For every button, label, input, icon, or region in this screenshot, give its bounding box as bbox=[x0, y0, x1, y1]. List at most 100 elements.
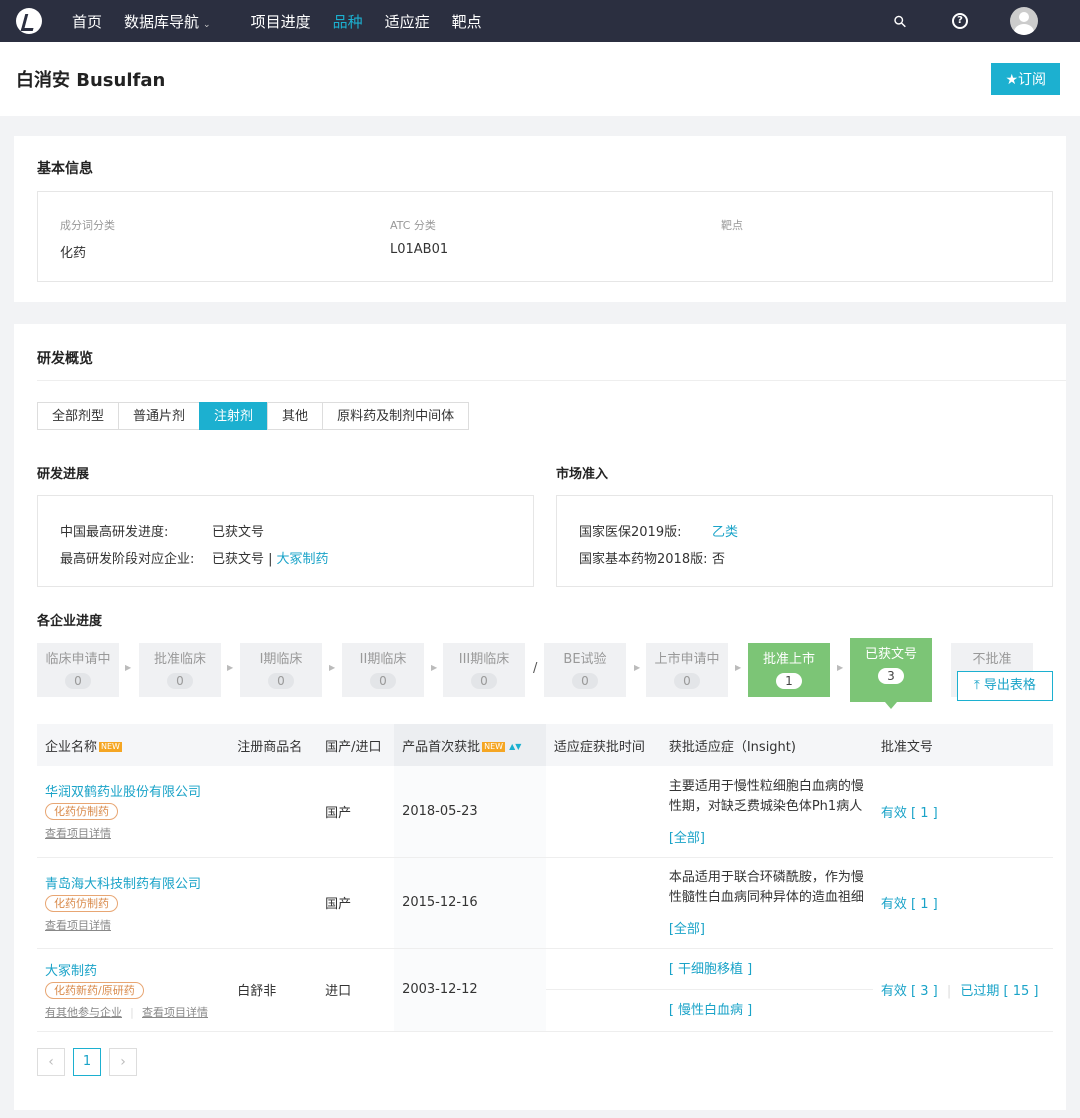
tab-tablet[interactable]: 普通片剂 bbox=[118, 402, 201, 430]
project-detail-link[interactable]: 查看项目详情 bbox=[45, 825, 111, 841]
field-atc-label: ATC 分类 bbox=[390, 219, 436, 232]
overview-title: 研发概览 bbox=[37, 351, 93, 367]
tab-all[interactable]: 全部剂型 bbox=[37, 402, 120, 430]
stage-separator: / bbox=[533, 661, 538, 676]
valid-approval-link[interactable]: 有效 [ 3 ] bbox=[881, 984, 938, 999]
approval-count: [ 3 ] bbox=[911, 984, 938, 999]
step-phase2[interactable]: II期临床 0 bbox=[342, 643, 424, 697]
subscribe-button[interactable]: ★订阅 bbox=[991, 63, 1060, 95]
indication-cell: 主要适用于慢性粒细胞白血病的慢性期，对缺乏费城染色体Ph1病人效果不佳。也可用于… bbox=[660, 766, 873, 858]
header-brand: 注册商品名 bbox=[229, 724, 318, 766]
header-indication: 获批适应症（Insight) bbox=[660, 724, 873, 766]
drug-type-tag: 化药新药/原研药 bbox=[45, 981, 144, 999]
step-label: I期临床 bbox=[259, 652, 303, 667]
expired-approval-link[interactable]: 已过期 [ 15 ] bbox=[960, 984, 1038, 999]
sort-icon[interactable]: ▲▼ bbox=[509, 743, 521, 751]
next-page-button[interactable]: › bbox=[109, 1048, 137, 1076]
stage-steps: 临床申请中 0 ▶ 批准临床 0 ▶ I期临床 0 ▶ II期临床 0 ▶ III期临床… bbox=[37, 638, 1053, 709]
step-label: III期临床 bbox=[458, 652, 510, 667]
arrow-right-icon: ▶ bbox=[329, 663, 336, 672]
export-table-button[interactable]: ⤒ 导出表格 bbox=[957, 671, 1053, 701]
field-atc: ATC 分类 L01AB01 bbox=[390, 217, 448, 257]
valid-approval-link[interactable]: 有效 [ 1 ] bbox=[881, 806, 938, 821]
drug-type-tag: 化药仿制药 bbox=[45, 803, 118, 821]
indication-time-cell bbox=[545, 857, 661, 949]
indication-time-split bbox=[545, 949, 661, 990]
step-count: 3 bbox=[878, 668, 904, 684]
title-bar: 白消安 Busulfan ★订阅 bbox=[0, 42, 1080, 116]
market-row: 国家医保2019版: 乙类 bbox=[579, 521, 738, 540]
field-category-value: 化药 bbox=[60, 246, 87, 261]
approval-status: 有效 bbox=[880, 805, 907, 821]
chevron-down-icon: ⌄ bbox=[203, 19, 211, 30]
nav-target[interactable]: 靶点 bbox=[452, 11, 482, 32]
new-badge: NEW bbox=[482, 741, 506, 752]
approval-count: [ 15 ] bbox=[1003, 984, 1039, 999]
header-first-approval[interactable]: 产品首次获批 NEW ▲▼ bbox=[394, 724, 546, 766]
indication-tag-link[interactable]: [ 慢性白血病 ] bbox=[661, 990, 873, 1031]
step-clinical-apply[interactable]: 临床申请中 0 bbox=[37, 643, 119, 697]
approval-count: [ 1 ] bbox=[911, 805, 938, 821]
origin-cell: 国产 bbox=[317, 857, 395, 949]
tab-other[interactable]: 其他 bbox=[267, 402, 324, 430]
show-all-link[interactable]: [全部] bbox=[669, 827, 865, 846]
nav-database-label: 数据库导航 bbox=[124, 12, 200, 31]
step-market-apply[interactable]: 上市申请中 0 bbox=[646, 643, 728, 697]
overview-card: 研发概览 全部剂型 普通片剂 注射剂 其他 原料药及制剂中间体 研发进展 中国最… bbox=[14, 324, 1066, 1110]
step-approval-number[interactable]: 已获文号 3 bbox=[850, 638, 932, 709]
brand-cell: 白舒非 bbox=[229, 948, 318, 1032]
valid-approval-link[interactable]: 有效 [ 1 ] bbox=[881, 897, 938, 912]
search-icon[interactable]: ⚲ bbox=[886, 7, 914, 35]
brand-cell bbox=[229, 766, 318, 858]
other-companies-link[interactable]: 有其他参与企业 bbox=[45, 1004, 122, 1020]
step-phase3[interactable]: III期临床 0 bbox=[443, 643, 525, 697]
logo-icon[interactable] bbox=[16, 8, 42, 34]
show-all-link[interactable]: [全部] bbox=[669, 918, 865, 937]
first-approval-cell: 2015-12-16 bbox=[394, 857, 546, 949]
progress-box: 中国最高研发进度: 已获文号 最高研发阶段对应企业: 已获文号 | 大冢制药 bbox=[37, 495, 534, 587]
step-market-approved[interactable]: 批准上市 1 bbox=[748, 643, 830, 697]
nav-home[interactable]: 首页 bbox=[72, 11, 102, 32]
approval-status: 已过期 bbox=[960, 984, 1000, 999]
step-count: 0 bbox=[65, 673, 91, 689]
drug-type-tag: 化药仿制药 bbox=[45, 894, 118, 912]
arrow-right-icon: ▶ bbox=[837, 663, 844, 672]
new-badge: NEW bbox=[99, 741, 122, 752]
nav-variety[interactable]: 品种 bbox=[333, 11, 363, 32]
nav-database[interactable]: 数据库导航 ⌄ bbox=[124, 11, 211, 32]
company-name-link[interactable]: 华润双鹤药业股份有限公司 bbox=[45, 781, 221, 800]
arrow-right-icon: ▶ bbox=[431, 663, 438, 672]
brand-cell bbox=[229, 857, 318, 949]
tab-injection[interactable]: 注射剂 bbox=[199, 402, 269, 430]
step-clinical-approved[interactable]: 批准临床 0 bbox=[139, 643, 221, 697]
link-divider: | bbox=[946, 984, 952, 999]
nav-indication[interactable]: 适应症 bbox=[385, 11, 430, 32]
project-detail-link[interactable]: 查看项目详情 bbox=[142, 1004, 208, 1020]
market-row: 国家基本药物2018版: 否 bbox=[579, 548, 725, 567]
indication-cell: [ 干细胞移植 ] [ 慢性白血病 ] bbox=[660, 948, 873, 1032]
company-cell: 华润双鹤药业股份有限公司 化药仿制药 查看项目详情 bbox=[37, 766, 230, 858]
insurance-link[interactable]: 乙类 bbox=[712, 521, 738, 540]
market-title: 市场准入 bbox=[556, 467, 609, 482]
company-name-link[interactable]: 青岛海大科技制药有限公司 bbox=[45, 873, 221, 892]
field-category-label: 成分词分类 bbox=[60, 219, 115, 232]
project-detail-link[interactable]: 查看项目详情 bbox=[45, 917, 111, 933]
step-count: 0 bbox=[471, 673, 497, 689]
step-count: 0 bbox=[674, 673, 700, 689]
company-link[interactable]: 大冢制药 bbox=[277, 548, 329, 567]
step-phase1[interactable]: I期临床 0 bbox=[240, 643, 322, 697]
prev-page-button[interactable]: ‹ bbox=[37, 1048, 65, 1076]
first-approval-cell: 2018-05-23 bbox=[394, 766, 546, 858]
step-label: 批准上市 bbox=[762, 652, 815, 667]
tab-api[interactable]: 原料药及制剂中间体 bbox=[322, 402, 470, 430]
header-first-approval-label: 产品首次获批 bbox=[402, 739, 481, 755]
company-name-link[interactable]: 大冢制药 bbox=[45, 960, 221, 979]
indication-tag-link[interactable]: [ 干细胞移植 ] bbox=[660, 949, 873, 990]
header-company: 企业名称 NEW bbox=[37, 724, 230, 766]
arrow-right-icon: ▶ bbox=[125, 663, 132, 672]
nav-progress[interactable]: 项目进度 bbox=[251, 11, 311, 32]
help-icon[interactable]: ? bbox=[952, 13, 968, 29]
step-be[interactable]: BE试验 0 bbox=[544, 643, 626, 697]
page-1-button[interactable]: 1 bbox=[73, 1048, 101, 1076]
avatar[interactable] bbox=[1010, 7, 1038, 35]
